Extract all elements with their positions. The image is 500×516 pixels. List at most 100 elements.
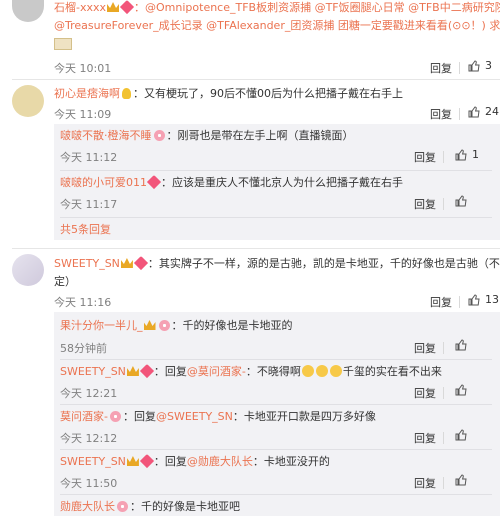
user-name[interactable]: 果汁分你一半儿_ xyxy=(60,319,143,332)
sub-reply: 啵啵不散·橙海不睡 ：刚哥也是带在左手上啊（直播镜面） xyxy=(60,128,354,144)
mention-link[interactable]: @勋鹿大队长 xyxy=(187,455,253,468)
sub-reply: 啵啵的小可爱011 ：应该是重庆人不懂北京人为什么把播子戴在右手 xyxy=(60,174,403,191)
sub-reply-text: ：应该是重庆人不懂北京人为什么把播子戴在右手 xyxy=(161,176,403,189)
sub-reply-text: 千玺的实在看不出来 xyxy=(342,365,442,378)
sub-reply-text: ：不晓得啊 xyxy=(245,365,301,378)
user-name[interactable]: 啵啵不散·橙海不睡 xyxy=(60,129,152,142)
crown-icon xyxy=(126,366,139,376)
sub-reply-text: ：回复 xyxy=(153,455,187,468)
divider xyxy=(60,494,492,495)
like-button[interactable] xyxy=(455,339,467,351)
thumbs-up-icon xyxy=(455,195,467,207)
flower-icon xyxy=(117,501,128,512)
image-thumb-icon[interactable] xyxy=(54,38,72,50)
divider xyxy=(459,296,460,308)
crown-icon xyxy=(143,320,156,330)
divider xyxy=(443,151,444,163)
like-count: 3 xyxy=(485,59,492,72)
sub-reply: 果汁分你一半儿_ ：千的好像也是卡地亚的 xyxy=(60,318,293,334)
sub-reply-text: ：卡地亚开口款是四万多好像 xyxy=(232,410,376,423)
user-name[interactable]: 初心是痞海啊 xyxy=(54,87,120,100)
like-count: 24 xyxy=(485,105,499,118)
like-button[interactable] xyxy=(455,384,467,396)
user-name[interactable]: 石榴-xxxx xyxy=(54,1,106,14)
comment-text: ：又有梗玩了，90后不懂00后为什么把播子戴在右手上 xyxy=(133,87,403,100)
flower-icon xyxy=(158,320,170,331)
divider xyxy=(443,477,444,489)
sub-reply-text: ：卡地亚没开的 xyxy=(252,455,330,468)
sub-reply-text: ：回复 xyxy=(122,410,156,423)
like-count: 13 xyxy=(485,293,499,306)
user-name[interactable]: 啵啵的小可爱011 xyxy=(60,176,147,189)
divider xyxy=(12,248,500,249)
divider xyxy=(12,79,500,80)
divider xyxy=(443,432,444,444)
reply-button[interactable]: 回复 xyxy=(430,294,452,310)
heart-icon xyxy=(139,363,154,379)
thumbs-up-icon xyxy=(468,105,480,117)
heart-icon xyxy=(139,453,154,469)
divider xyxy=(443,198,444,210)
like-button[interactable]: 13 xyxy=(468,293,499,306)
reply-button[interactable]: 回复 xyxy=(414,475,436,491)
comment-text-2: 定） xyxy=(54,275,76,288)
laugh-emoji-icon xyxy=(329,365,342,377)
thumbs-up-icon xyxy=(455,339,467,351)
like-button[interactable]: 3 xyxy=(468,59,492,72)
comment-time: 今天 11:16 xyxy=(54,296,112,309)
like-button[interactable] xyxy=(455,195,467,207)
avatar[interactable] xyxy=(12,0,44,22)
user-name[interactable]: 勋鹿大队长 xyxy=(60,500,115,513)
sub-reply-text: ：刚哥也是带在左手上啊（直播镜面） xyxy=(166,129,354,142)
thumbs-up-icon xyxy=(455,384,467,396)
divider xyxy=(443,342,444,354)
heart-icon xyxy=(133,255,148,271)
comment-mentions[interactable]: ：@Omnipotence_TFB板刺资源捕 @TF饭圈腿心日常 @TFB中二病… xyxy=(134,1,500,14)
comment-text: ：其实牌子不一样，源的是古驰，凯的是卡地亚，千的好像也是古驰（不太确 xyxy=(147,257,500,270)
reply-button[interactable]: 回复 xyxy=(414,340,436,356)
avatar[interactable] xyxy=(12,85,44,117)
user-name[interactable]: SWEETY_SN xyxy=(60,365,126,378)
like-button[interactable]: 1 xyxy=(455,148,479,161)
sub-reply-text: ：千的好像也是卡地亚的 xyxy=(171,319,293,332)
sub-reply-time: 今天 11:12 xyxy=(60,151,118,164)
sub-reply: 莫问酒家- ：回复@SWEETY_SN：卡地亚开口款是四万多好像 xyxy=(60,409,376,425)
reply-button[interactable]: 回复 xyxy=(430,60,452,76)
avatar[interactable] xyxy=(12,254,44,286)
reply-button[interactable]: 回复 xyxy=(430,106,452,122)
user-name[interactable]: SWEETY_SN xyxy=(54,257,120,270)
reply-button[interactable]: 回复 xyxy=(414,430,436,446)
heart-icon xyxy=(146,174,162,190)
mention-link[interactable]: @SWEETY_SN xyxy=(156,410,233,423)
like-button[interactable] xyxy=(455,429,467,441)
crown-icon xyxy=(120,258,133,268)
flower-icon xyxy=(109,411,121,422)
like-button[interactable]: 24 xyxy=(468,105,499,118)
reply-button[interactable]: 回复 xyxy=(414,196,436,212)
divider xyxy=(60,217,492,218)
laugh-emoji-icon xyxy=(315,365,328,377)
sub-reply-time: 今天 11:50 xyxy=(60,477,118,490)
lightbulb-icon xyxy=(122,88,131,99)
divider xyxy=(60,449,492,450)
reply-button[interactable]: 回复 xyxy=(414,149,436,165)
user-name[interactable]: 莫问酒家- xyxy=(60,410,108,423)
divider xyxy=(459,108,460,120)
divider xyxy=(443,387,444,399)
divider xyxy=(60,404,492,405)
more-replies-link[interactable]: 共5条回复 xyxy=(60,222,111,238)
comment-line: 初心是痞海啊 ：又有梗玩了，90后不懂00后为什么把播子戴在右手上 xyxy=(54,86,403,102)
like-button[interactable] xyxy=(455,474,467,486)
crown-icon xyxy=(126,456,139,466)
heart-icon xyxy=(119,0,135,15)
like-count: 1 xyxy=(472,148,479,161)
sub-reply: SWEETY_SN ：回复@莫问酒家-：不晓得啊 千玺的实在看不出来 xyxy=(60,363,442,380)
mention-link[interactable]: @莫问酒家- xyxy=(187,365,246,378)
reply-button[interactable]: 回复 xyxy=(414,385,436,401)
user-name[interactable]: SWEETY_SN xyxy=(60,455,126,468)
comment-line: SWEETY_SN ：其实牌子不一样，源的是古驰，凯的是卡地亚，千的好像也是古驰（… xyxy=(54,255,500,272)
thumbs-up-icon xyxy=(468,59,480,71)
comment-time: 今天 11:09 xyxy=(54,108,112,121)
comment-line: 石榴-xxxx ：@Omnipotence_TFB板刺资源捕 @TF饭圈腿心日常 … xyxy=(54,0,500,16)
laugh-emoji-icon xyxy=(301,365,314,377)
